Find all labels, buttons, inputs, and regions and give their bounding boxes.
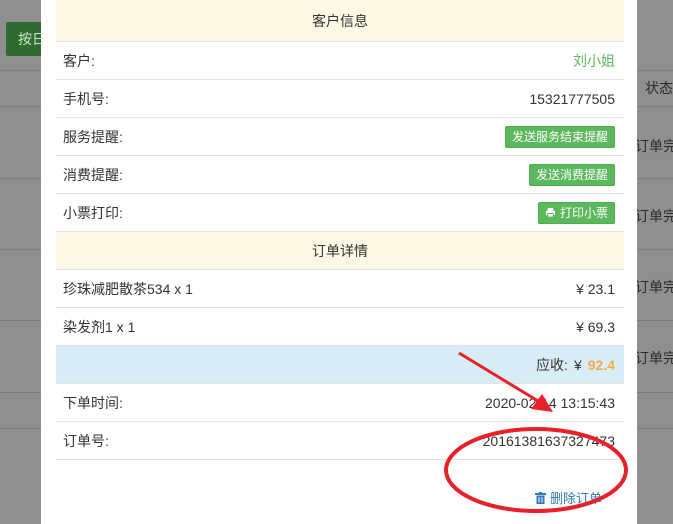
order-item-name: 珍珠减肥散茶534 x 1 bbox=[63, 280, 193, 297]
button-label: 发送服务结束提醒 bbox=[511, 129, 608, 144]
customer-label: 客户: bbox=[63, 52, 95, 69]
phone-value: 15321777505 bbox=[529, 90, 615, 107]
order-detail-panel: 客户信息 客户: 刘小姐 手机号: 15321777505 服务提醒: 发送服务… bbox=[56, 0, 624, 520]
order-item-price: ¥ 69.3 bbox=[576, 318, 615, 335]
service-reminder-label: 服务提醒: bbox=[63, 128, 123, 145]
print-receipt-button[interactable]: 打印小票 bbox=[537, 201, 615, 224]
trash-icon bbox=[534, 491, 546, 504]
printer-icon bbox=[545, 207, 556, 218]
delete-order-link[interactable]: 删除订单 bbox=[534, 488, 602, 507]
delete-order-label: 删除订单 bbox=[549, 491, 602, 506]
total-currency: ¥ bbox=[573, 356, 582, 373]
order-time-label: 下单时间: bbox=[63, 394, 123, 411]
order-item-row: 染发剂1 x 1 ¥ 69.3 bbox=[56, 308, 624, 346]
consumption-reminder-label: 消费提醒: bbox=[63, 166, 123, 183]
total-value: 92.4 bbox=[587, 356, 615, 373]
background-status-cell: 订单完 bbox=[635, 350, 673, 366]
customer-name[interactable]: 刘小姐 bbox=[573, 51, 615, 71]
order-item-name: 染发剂1 x 1 bbox=[63, 318, 136, 335]
order-total-row: 应收: ¥ 92.4 bbox=[56, 346, 624, 384]
consumption-reminder-row: 消费提醒: 发送消费提醒 bbox=[56, 156, 624, 194]
customer-info-header: 客户信息 bbox=[56, 0, 624, 42]
section-title: 订单详情 bbox=[312, 242, 368, 259]
order-number-value: 20161381637327473 bbox=[482, 432, 615, 449]
total-label: 应收: bbox=[536, 356, 568, 373]
order-item-row: 珍珠减肥散茶534 x 1 ¥ 23.1 bbox=[56, 270, 624, 308]
phone-label: 手机号: bbox=[63, 90, 109, 107]
order-detail-header: 订单详情 bbox=[56, 232, 624, 270]
background-status-header: 状态 bbox=[645, 80, 673, 96]
send-service-end-reminder-button[interactable]: 发送服务结束提醒 bbox=[504, 125, 615, 148]
send-consumption-reminder-button[interactable]: 发送消费提醒 bbox=[528, 163, 615, 186]
background-status-cell: 订单完 bbox=[635, 208, 673, 224]
order-time-row: 下单时间: 2020-02-14 13:15:43 bbox=[56, 384, 624, 422]
button-label: 发送消费提醒 bbox=[535, 167, 608, 182]
background-status-cell: 订单完 bbox=[635, 279, 673, 295]
customer-row: 客户: 刘小姐 bbox=[56, 42, 624, 80]
order-number-row: 订单号: 20161381637327473 bbox=[56, 422, 624, 460]
receipt-print-row: 小票打印: 打印小票 bbox=[56, 194, 624, 232]
order-number-label: 订单号: bbox=[63, 432, 109, 449]
phone-row: 手机号: 15321777505 bbox=[56, 80, 624, 118]
receipt-print-label: 小票打印: bbox=[63, 204, 123, 221]
background-status-cell: 订单完 bbox=[635, 138, 673, 154]
section-title: 客户信息 bbox=[312, 12, 368, 29]
service-reminder-row: 服务提醒: 发送服务结束提醒 bbox=[56, 118, 624, 156]
order-detail-modal: 客户信息 客户: 刘小姐 手机号: 15321777505 服务提醒: 发送服务… bbox=[41, 0, 637, 524]
button-label: 打印小票 bbox=[559, 205, 608, 220]
order-item-price: ¥ 23.1 bbox=[576, 280, 615, 297]
order-time-value: 2020-02-14 13:15:43 bbox=[485, 394, 615, 411]
order-actions: 删除订单 bbox=[56, 460, 624, 520]
